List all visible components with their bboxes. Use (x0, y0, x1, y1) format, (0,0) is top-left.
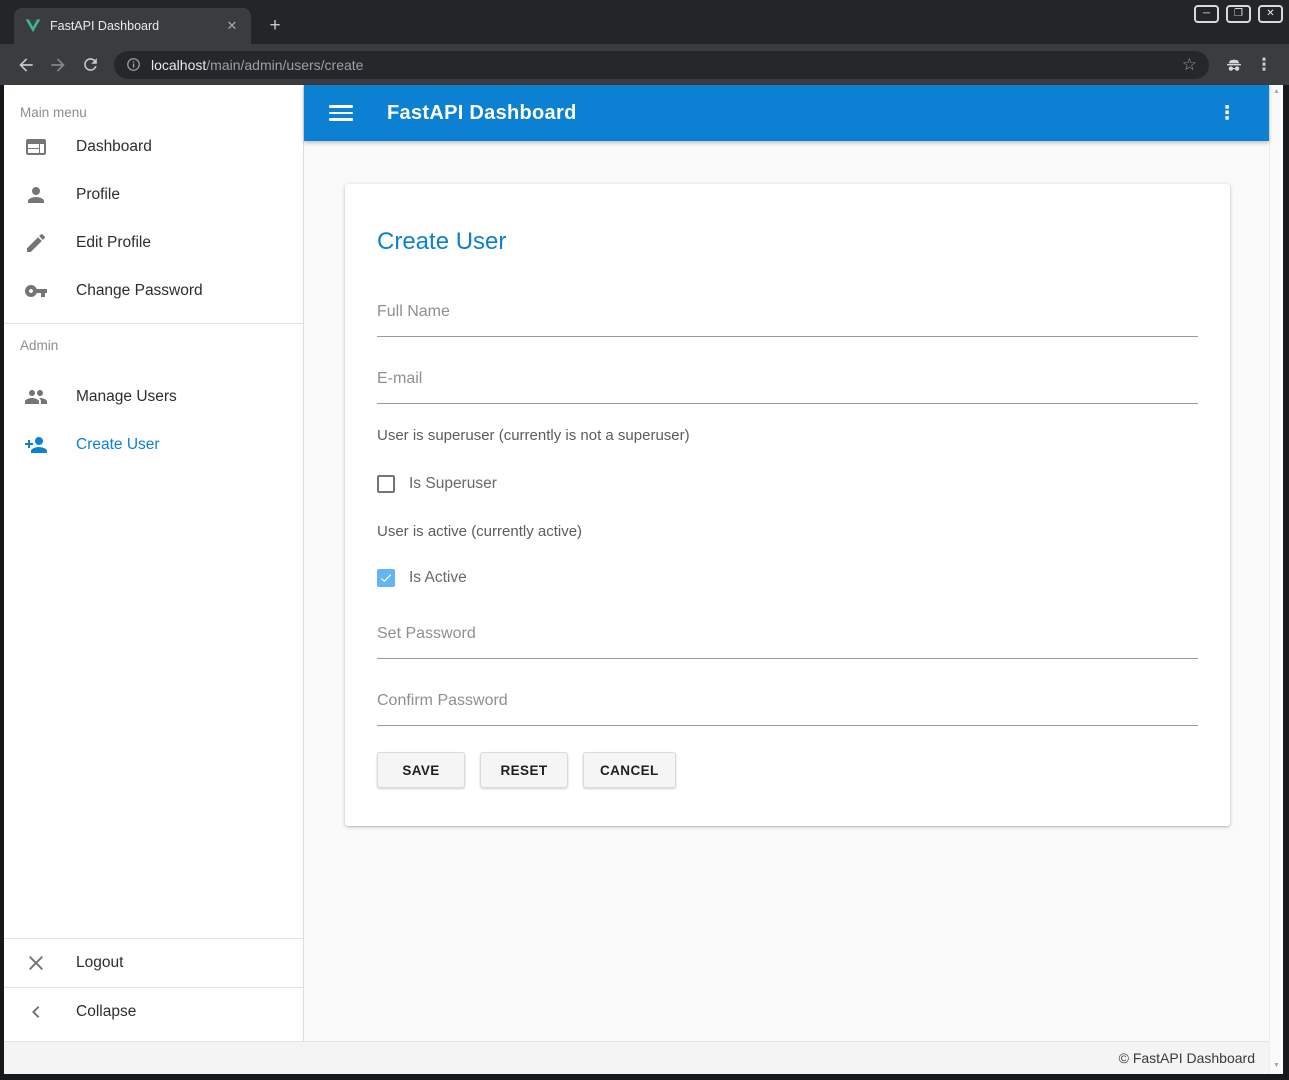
reset-button[interactable]: RESET (480, 752, 568, 788)
edit-pencil-icon (24, 231, 48, 255)
cancel-button[interactable]: CANCEL (583, 752, 676, 788)
sidebar-item-dashboard[interactable]: Dashboard (4, 123, 303, 171)
person-add-icon (24, 433, 48, 457)
is-active-label: Is Active (409, 569, 467, 587)
browser-menu-button[interactable]: ⋮ (1249, 50, 1279, 80)
page-body: Main menu Dashboard Profile (4, 85, 1269, 1041)
sidebar-item-profile[interactable]: Profile (4, 171, 303, 219)
sidebar-item-label: Collapse (76, 1003, 136, 1021)
full-name-field-wrap (377, 300, 1198, 337)
set-password-input[interactable] (377, 622, 1198, 659)
email-input[interactable] (377, 367, 1198, 404)
sidebar-item-label: Create User (76, 436, 160, 454)
chevron-left-icon (24, 1000, 48, 1024)
copyright-text: © FastAPI Dashboard (1119, 1050, 1255, 1066)
url-address-bar[interactable]: localhost/main/admin/users/create ☆ (114, 51, 1209, 79)
is-active-checkbox-row[interactable]: Is Active (377, 566, 1198, 590)
hamburger-menu-icon[interactable] (329, 101, 353, 125)
vertical-scrollbar[interactable]: ▲ ▼ (1269, 85, 1283, 1074)
sidebar-item-label: Dashboard (76, 138, 152, 156)
back-arrow-icon (16, 55, 36, 75)
maximize-button[interactable]: ❐ (1226, 5, 1251, 23)
sidebar-item-label: Manage Users (76, 388, 177, 406)
url-host: localhost (151, 57, 206, 73)
reload-icon (81, 55, 100, 74)
dashboard-icon (24, 135, 48, 159)
web-page: Main menu Dashboard Profile (4, 85, 1283, 1074)
is-superuser-checkbox[interactable] (377, 475, 395, 493)
checkmark-icon (379, 571, 393, 585)
page-main: Main menu Dashboard Profile (4, 85, 1269, 1074)
tab-title: FastAPI Dashboard (50, 19, 223, 33)
content-area: Create User User is superuser (currently… (304, 141, 1269, 1041)
forward-arrow-icon (48, 55, 68, 75)
browser-window: FastAPI Dashboard ✕ + ─ ❐ ✕ localhost/ma… (0, 0, 1289, 1080)
url-text: localhost/main/admin/users/create (151, 57, 1174, 73)
page-title: Create User (377, 228, 1198, 256)
set-password-field-wrap (377, 622, 1198, 659)
sidebar-spacer (4, 469, 303, 938)
sidebar-item-edit-profile[interactable]: Edit Profile (4, 219, 303, 267)
browser-tab[interactable]: FastAPI Dashboard ✕ (14, 8, 251, 44)
app-title: FastAPI Dashboard (387, 102, 1215, 125)
sidebar: Main menu Dashboard Profile (4, 85, 304, 1041)
page-footer: © FastAPI Dashboard (4, 1041, 1269, 1074)
sidebar-item-label: Change Password (76, 282, 203, 300)
forward-button[interactable] (42, 49, 74, 81)
vue-favicon-icon (25, 18, 41, 34)
minimize-button[interactable]: ─ (1194, 5, 1219, 23)
reload-button[interactable] (74, 49, 106, 81)
window-controls: ─ ❐ ✕ (1194, 5, 1283, 23)
tab-close-icon[interactable]: ✕ (223, 17, 241, 35)
create-user-card: Create User User is superuser (currently… (345, 184, 1230, 826)
back-button[interactable] (10, 49, 42, 81)
sidebar-item-label: Logout (76, 954, 123, 972)
scroll-down-icon[interactable]: ▼ (1273, 1062, 1280, 1070)
sidebar-item-create-user[interactable]: Create User (4, 421, 303, 469)
active-hint: User is active (currently active) (377, 522, 1198, 542)
bookmark-star-icon[interactable]: ☆ (1182, 55, 1197, 75)
close-x-icon (24, 951, 48, 975)
main-column: FastAPI Dashboard ⋮ Create User (304, 85, 1269, 1041)
full-name-input[interactable] (377, 300, 1198, 337)
confirm-password-field-wrap (377, 689, 1198, 726)
browser-toolbar: localhost/main/admin/users/create ☆ ⋮ (0, 44, 1289, 85)
scroll-up-icon[interactable]: ▲ (1273, 88, 1280, 96)
browser-tab-strip: FastAPI Dashboard ✕ + ─ ❐ ✕ (0, 0, 1289, 44)
new-tab-button[interactable]: + (263, 14, 287, 38)
sidebar-item-change-password[interactable]: Change Password (4, 267, 303, 315)
site-info-icon[interactable] (126, 57, 141, 72)
appbar-kebab-icon[interactable]: ⋮ (1215, 102, 1239, 125)
is-superuser-label: Is Superuser (409, 475, 497, 493)
sidebar-section-label-main-menu: Main menu (4, 85, 303, 123)
sidebar-item-manage-users[interactable]: Manage Users (4, 373, 303, 421)
superuser-hint: User is superuser (currently is not a su… (377, 426, 1198, 446)
confirm-password-input[interactable] (377, 689, 1198, 726)
save-button[interactable]: SAVE (377, 752, 465, 788)
sidebar-item-label: Edit Profile (76, 234, 151, 252)
key-icon (24, 279, 48, 303)
incognito-avatar-button[interactable] (1219, 50, 1249, 80)
sidebar-item-collapse[interactable]: Collapse (4, 988, 303, 1036)
is-superuser-checkbox-row[interactable]: Is Superuser (377, 472, 1198, 496)
people-icon (24, 385, 48, 409)
sidebar-item-label: Profile (76, 186, 120, 204)
sidebar-section-label-admin: Admin (4, 324, 303, 373)
form-buttons: SAVE RESET CANCEL (377, 752, 1198, 788)
sidebar-item-logout[interactable]: Logout (4, 939, 303, 987)
app-bar: FastAPI Dashboard ⋮ (304, 85, 1269, 141)
email-field-wrap (377, 367, 1198, 404)
incognito-icon (1224, 55, 1244, 75)
url-path: /main/admin/users/create (206, 57, 363, 73)
kebab-icon: ⋮ (1256, 55, 1273, 75)
is-active-checkbox[interactable] (377, 569, 395, 587)
close-window-button[interactable]: ✕ (1258, 5, 1283, 23)
person-icon (24, 183, 48, 207)
